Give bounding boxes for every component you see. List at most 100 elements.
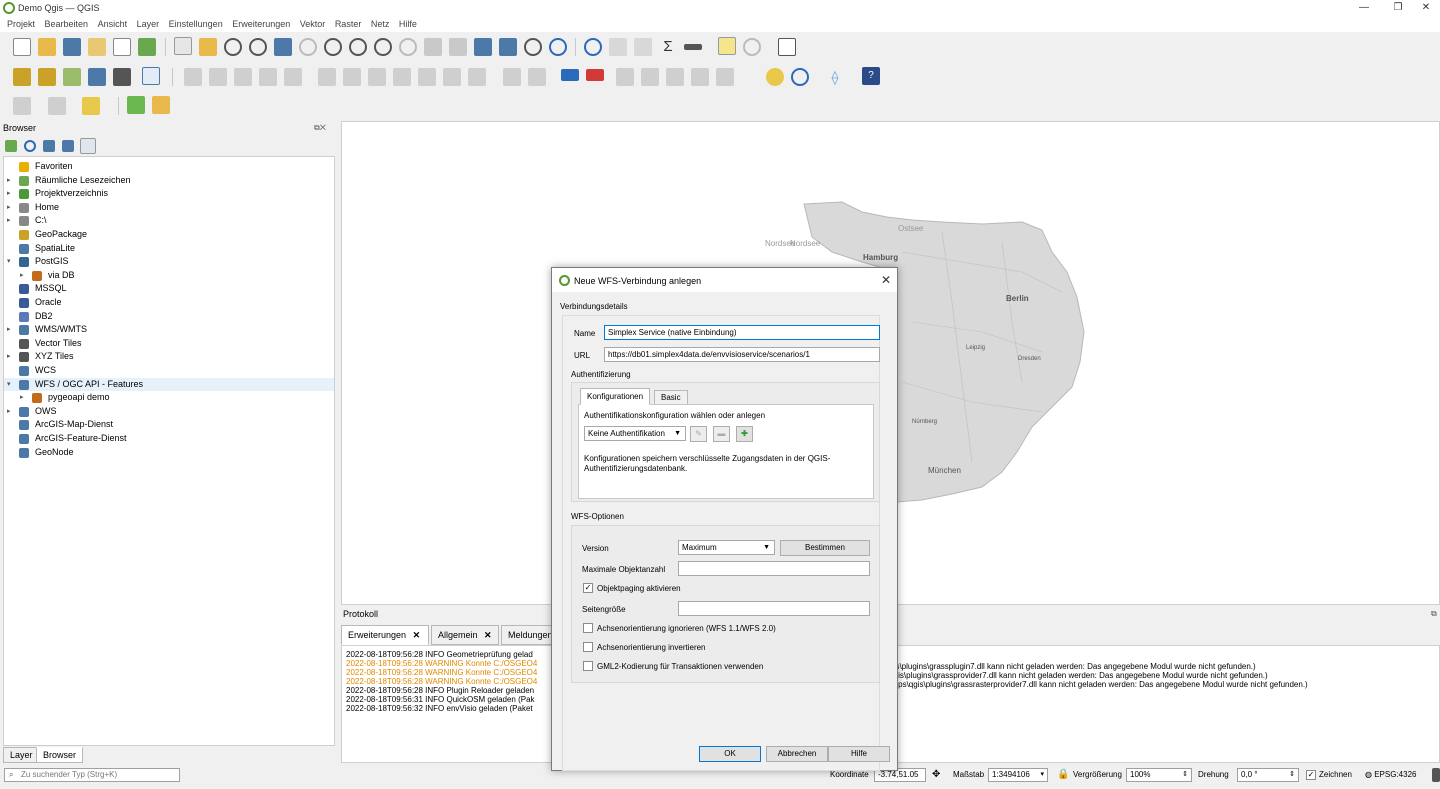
measure-icon[interactable]	[684, 44, 702, 50]
menu-hilfe[interactable]: Hilfe	[399, 17, 417, 32]
tab-allgemein[interactable]: Allgemein ✕	[431, 625, 499, 645]
zoom-selection-icon[interactable]	[299, 38, 317, 56]
tree-item[interactable]: GeoNode	[4, 446, 334, 459]
expand-arrow-icon[interactable]: ▸	[20, 391, 26, 404]
menu-ansicht[interactable]: Ansicht	[98, 17, 128, 32]
crs-button[interactable]: ◍ EPSG:4326	[1365, 768, 1416, 782]
menu-erweiterungen[interactable]: Erweiterungen	[232, 17, 290, 32]
tree-item[interactable]: Favoriten	[4, 160, 334, 173]
spin-arrows-icon[interactable]: ⇕	[1182, 769, 1188, 781]
tree-item[interactable]: ArcGIS-Map-Dienst	[4, 418, 334, 431]
filter-icon[interactable]	[43, 140, 55, 152]
quickosm-icon[interactable]	[127, 96, 145, 114]
magnifier-spinbox[interactable]: 100% ⇕	[1126, 768, 1192, 782]
expand-arrow-icon[interactable]: ▸	[20, 269, 26, 282]
tab-layer[interactable]: Layer	[3, 747, 40, 763]
invert-axis-checkbox[interactable]	[583, 642, 593, 652]
menu-vektor[interactable]: Vektor	[300, 17, 326, 32]
add-auth-icon[interactable]: ✚	[736, 426, 753, 442]
paging-checkbox[interactable]: ✓	[583, 583, 593, 593]
version-combo[interactable]: Maximum ▼	[678, 540, 775, 555]
gml2-checkbox[interactable]	[583, 661, 593, 671]
new-bookmark-icon[interactable]	[474, 38, 492, 56]
tree-item[interactable]: Vector Tiles	[4, 337, 334, 350]
max-features-field[interactable]	[678, 561, 870, 576]
tree-item[interactable]: SpatiaLite	[4, 242, 334, 255]
python-console-icon[interactable]	[766, 68, 784, 86]
geometry-checker-icon[interactable]	[152, 96, 170, 114]
tree-item[interactable]: ▸ pygeoapi demo	[4, 391, 334, 404]
zoom-last-icon[interactable]	[374, 38, 392, 56]
refresh-icon[interactable]	[549, 38, 567, 56]
scale-combo[interactable]: 1:3494106 ▾	[988, 768, 1048, 782]
new-spatialite-icon[interactable]	[88, 68, 106, 86]
tree-item[interactable]: MSSQL	[4, 282, 334, 295]
spin-arrows-icon[interactable]: ⇕	[1289, 769, 1295, 781]
attribute-table-icon[interactable]	[609, 38, 627, 56]
virtual-layer-icon[interactable]	[142, 67, 160, 85]
collapse-all-icon[interactable]	[62, 140, 74, 152]
tree-item[interactable]: GeoPackage	[4, 228, 334, 241]
save-project-icon[interactable]	[63, 38, 81, 56]
name-field[interactable]: Simplex Service (native Einbindung)	[604, 325, 880, 340]
page-size-field[interactable]	[678, 601, 870, 616]
select-features-icon[interactable]	[13, 97, 31, 115]
properties-icon[interactable]	[80, 138, 96, 154]
tree-item[interactable]: WCS	[4, 364, 334, 377]
menu-layer[interactable]: Layer	[137, 17, 160, 32]
tree-item[interactable]: ▸ via DB	[4, 269, 334, 282]
expand-arrow-icon[interactable]: ▾	[7, 378, 13, 391]
tab-basic[interactable]: Basic	[654, 390, 688, 405]
pan-icon[interactable]	[174, 37, 192, 55]
menu-projekt[interactable]: Projekt	[7, 17, 35, 32]
add-layer-icon[interactable]	[5, 140, 17, 152]
expand-arrow-icon[interactable]: ▸	[7, 187, 13, 200]
style-manager-icon[interactable]	[138, 38, 156, 56]
tree-item[interactable]: ArcGIS-Feature-Dienst	[4, 432, 334, 445]
show-bookmarks-icon[interactable]	[499, 38, 517, 56]
tree-item[interactable]: ▾ WFS / OGC API - Features	[4, 377, 334, 391]
close-tab-icon[interactable]: ✕	[484, 630, 492, 640]
deselect-features-icon[interactable]	[48, 97, 66, 115]
tree-item[interactable]: ▸ Räumliche Lesezeichen	[4, 174, 334, 187]
detect-version-button[interactable]: Bestimmen	[780, 540, 870, 556]
render-checkbox[interactable]: ✓	[1306, 770, 1316, 780]
lock-scale-icon[interactable]: 🔒	[1057, 768, 1069, 782]
menu-netz[interactable]: Netz	[371, 17, 390, 32]
refresh-browser-icon[interactable]	[24, 140, 36, 152]
zoom-full-icon[interactable]	[274, 38, 292, 56]
new-map-view-icon[interactable]	[424, 38, 442, 56]
ignore-axis-checkbox[interactable]	[583, 623, 593, 633]
tree-item[interactable]: ▸ XYZ Tiles	[4, 350, 334, 363]
new-shapefile-icon[interactable]	[63, 68, 81, 86]
envvisio-icon[interactable]: ⟠	[826, 68, 844, 86]
tab-konfigurationen[interactable]: Konfigurationen	[580, 388, 651, 405]
expand-arrow-icon[interactable]: ▸	[7, 405, 13, 418]
tab-erweiterungen[interactable]: Erweiterungen ✕	[341, 625, 429, 645]
zoom-native-icon[interactable]	[349, 38, 367, 56]
temporal-controller-icon[interactable]	[524, 38, 542, 56]
open-project-icon[interactable]	[38, 38, 56, 56]
tree-item[interactable]: Oracle	[4, 296, 334, 309]
expand-arrow-icon[interactable]: ▸	[7, 350, 13, 363]
locator-search-input[interactable]: ⌕ Zu suchender Typ (Strg+K)	[4, 768, 180, 782]
tree-item[interactable]: ▸ OWS	[4, 405, 334, 418]
text-annotation-icon[interactable]	[778, 38, 796, 56]
close-window-button[interactable]: ✕	[1412, 2, 1440, 13]
layer-labeling-icon[interactable]	[561, 69, 579, 81]
panel-float-icon[interactable]: ⧉✕	[314, 123, 326, 133]
menu-bearbeiten[interactable]: Bearbeiten	[45, 17, 89, 32]
layout-manager-icon[interactable]	[113, 38, 131, 56]
plugin-reloader-icon[interactable]	[791, 68, 809, 86]
expand-arrow-icon[interactable]: ▸	[7, 201, 13, 214]
remove-auth-icon[interactable]: ▬	[713, 426, 730, 442]
tree-item[interactable]: DB2	[4, 310, 334, 323]
expand-arrow-icon[interactable]: ▾	[7, 255, 13, 268]
tab-meldungen[interactable]: Meldungen	[501, 625, 557, 645]
ok-button[interactable]: OK	[699, 746, 761, 762]
auth-config-combo[interactable]: Keine Authentifikation ▼	[584, 426, 686, 441]
tree-item[interactable]: ▾ PostGIS	[4, 255, 334, 268]
expand-arrow-icon[interactable]: ▸	[7, 214, 13, 227]
close-tab-icon[interactable]: ✕	[413, 630, 421, 640]
pan-to-selection-icon[interactable]	[199, 38, 217, 56]
